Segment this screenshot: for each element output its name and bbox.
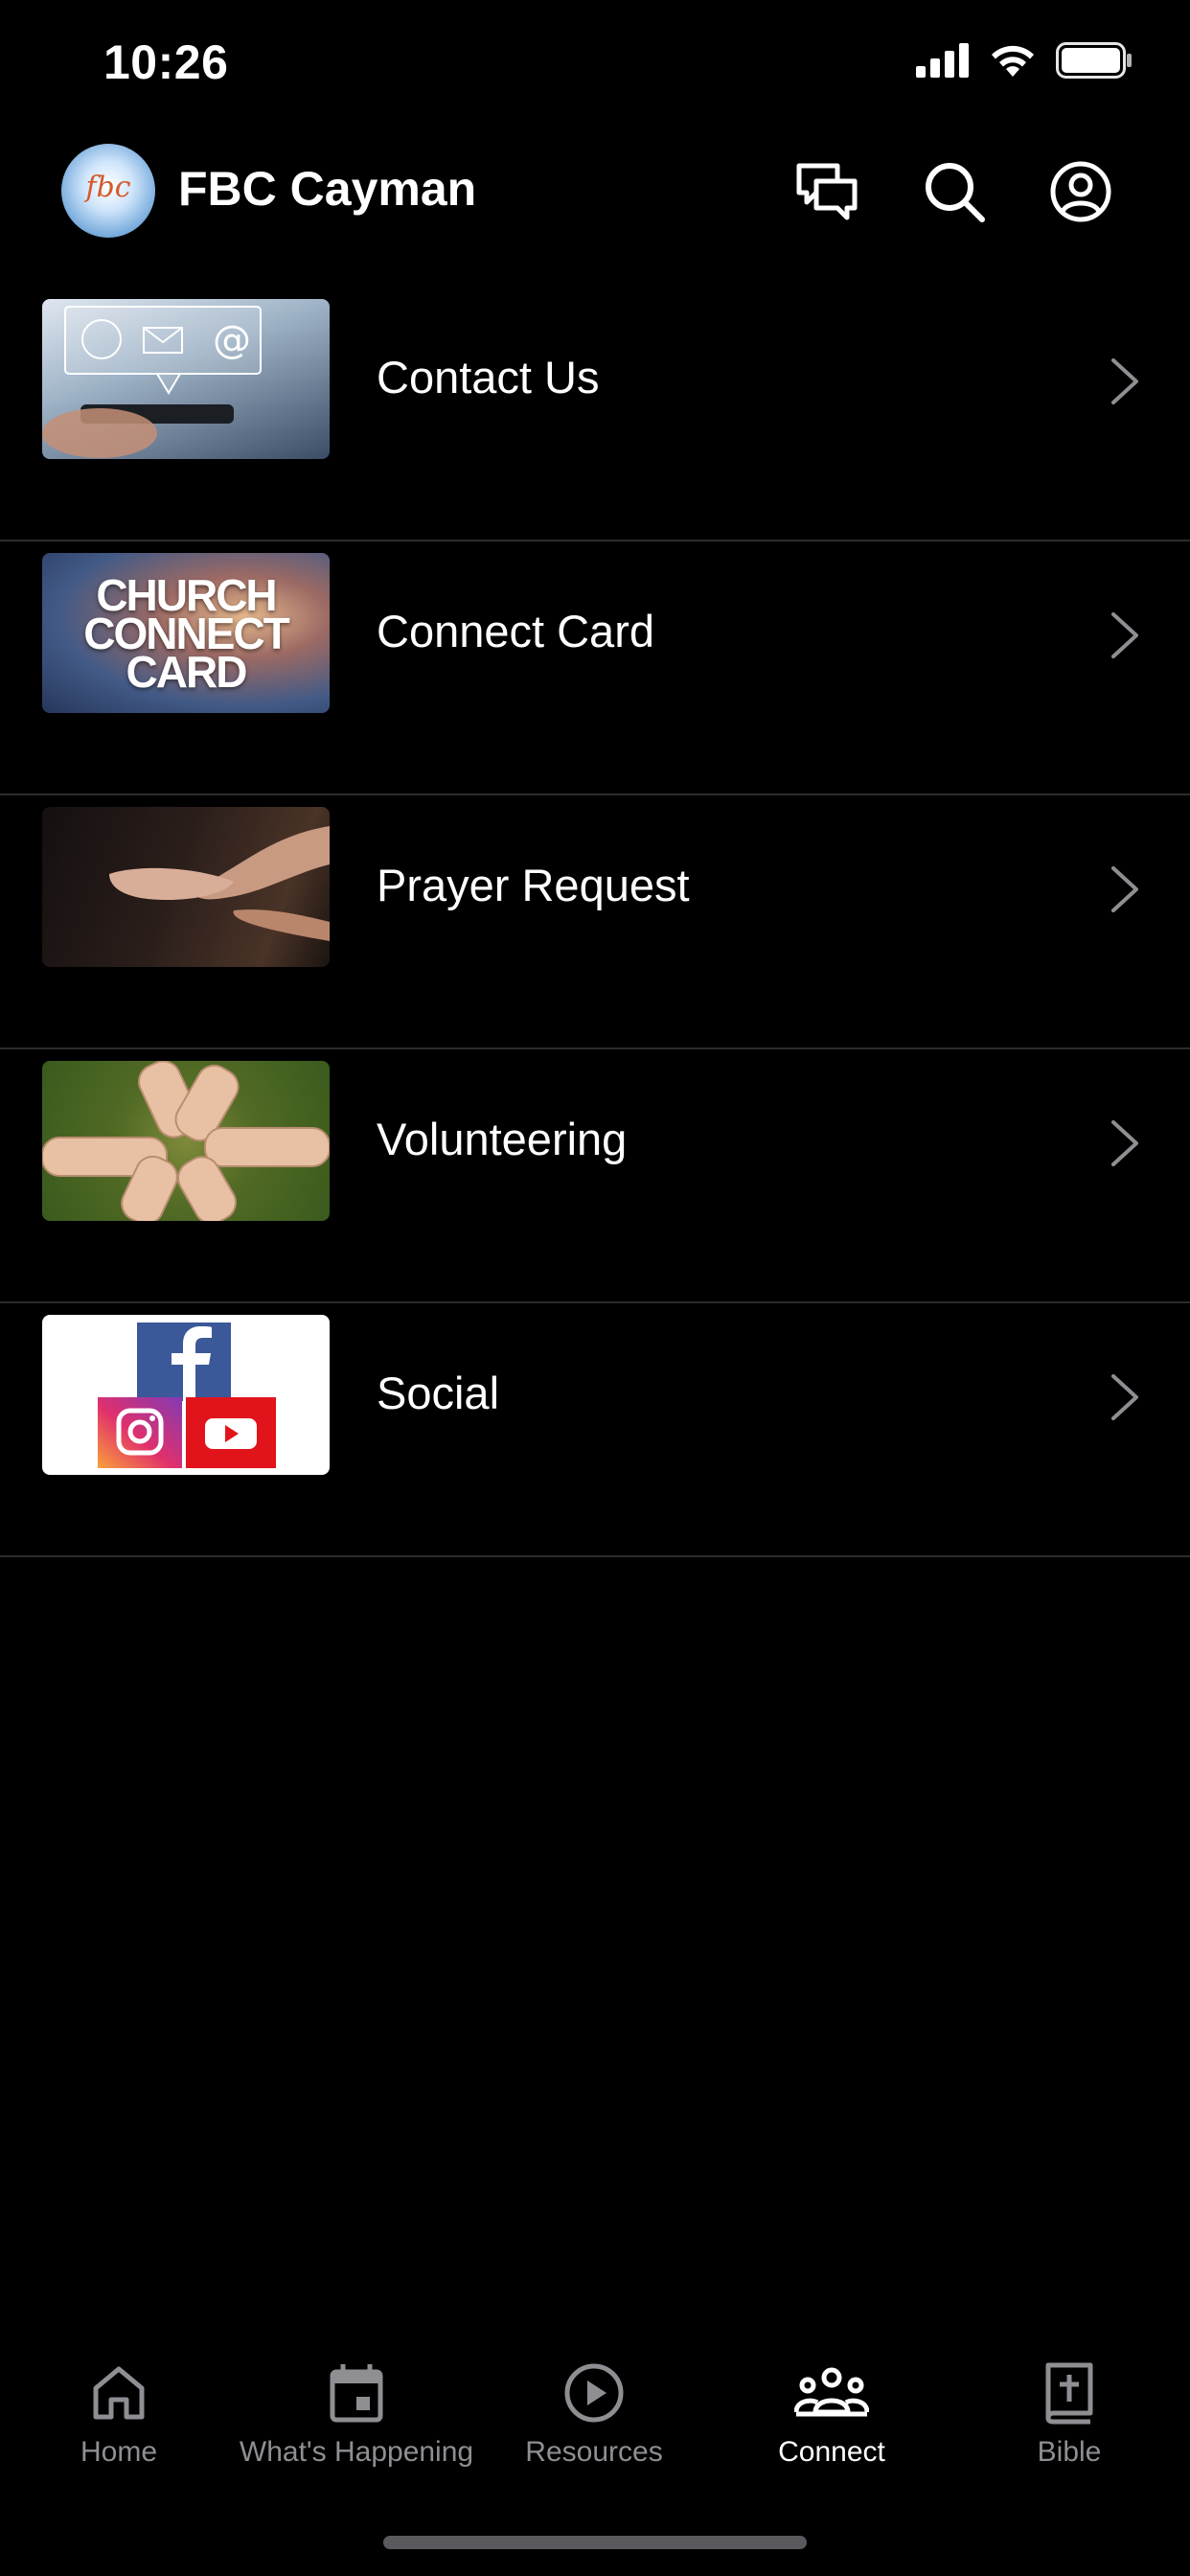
people-icon — [794, 2367, 869, 2417]
tab-label: Bible — [1037, 2436, 1102, 2468]
contact-us-thumbnail: @ — [42, 299, 330, 459]
home-icon — [93, 2366, 145, 2420]
tab-label: Connect — [778, 2436, 885, 2468]
list-item-label: Prayer Request — [377, 860, 690, 910]
tab-whats-happening[interactable]: What's Happening — [238, 2358, 475, 2492]
cellular-signal-icon — [916, 43, 969, 78]
contact-illustration: @ — [42, 306, 262, 458]
list-item-volunteering[interactable]: Volunteering — [0, 1049, 1190, 1303]
chevron-right-icon — [1111, 612, 1138, 658]
tab-label: Home — [80, 2436, 158, 2468]
connect-list: @ Contact Us CHURCH CONNECT CARD Connect… — [0, 288, 1190, 1557]
home-indicator[interactable] — [383, 2536, 807, 2549]
connect-card-thumbnail: CHURCH CONNECT CARD — [42, 553, 330, 713]
connect-card-thumb-text: CHURCH CONNECT CARD — [83, 573, 289, 697]
church-logo[interactable]: fbc — [61, 144, 155, 238]
instagram-icon — [98, 1397, 182, 1468]
list-item-contact-us[interactable]: @ Contact Us — [0, 288, 1190, 541]
list-item-label: Contact Us — [377, 352, 600, 402]
messages-button[interactable] — [789, 153, 865, 230]
linked-arms-illustration — [42, 1061, 330, 1221]
status-bar: 10:26 — [0, 0, 1190, 134]
calendar-icon — [330, 2364, 383, 2423]
thumb-text-line: CARD — [126, 646, 248, 697]
prayer-request-thumbnail — [42, 807, 330, 967]
chat-icon — [796, 163, 858, 220]
play-circle-icon — [564, 2363, 624, 2423]
user-circle-icon — [1050, 161, 1111, 222]
app-header: fbc FBC Cayman — [0, 134, 1190, 288]
tab-resources[interactable]: Resources — [475, 2358, 713, 2492]
wifi-icon — [992, 45, 1034, 77]
list-item-prayer-request[interactable]: Prayer Request — [0, 795, 1190, 1049]
tab-connect[interactable]: Connect — [713, 2358, 950, 2492]
social-logos-illustration — [98, 1322, 276, 1468]
search-icon — [926, 163, 985, 222]
tab-label: Resources — [525, 2436, 663, 2468]
chevron-right-icon — [1111, 866, 1138, 912]
list-item-label: Social — [377, 1368, 500, 1418]
church-logo-text: fbc — [85, 171, 131, 204]
tab-bible[interactable]: Bible — [950, 2358, 1188, 2492]
bible-icon — [1045, 2362, 1093, 2425]
search-button[interactable] — [916, 153, 993, 230]
list-item-social[interactable]: Social — [0, 1303, 1190, 1557]
battery-icon — [1056, 42, 1132, 79]
praying-hands-illustration — [109, 826, 330, 941]
tab-home[interactable]: Home — [0, 2358, 238, 2492]
page-title: FBC Cayman — [178, 162, 477, 216]
status-icons — [916, 42, 1133, 79]
tab-label: What's Happening — [239, 2436, 474, 2468]
status-time: 10:26 — [103, 35, 229, 89]
profile-button[interactable] — [1042, 153, 1119, 230]
social-thumbnail — [42, 1315, 330, 1475]
chevron-right-icon — [1111, 1120, 1138, 1166]
volunteering-thumbnail — [42, 1061, 330, 1221]
list-item-label: Connect Card — [377, 606, 654, 656]
list-item-connect-card[interactable]: CHURCH CONNECT CARD Connect Card — [0, 541, 1190, 795]
svg-text:@: @ — [213, 318, 251, 362]
chevron-right-icon — [1111, 1374, 1138, 1420]
chevron-right-icon — [1111, 358, 1138, 404]
list-item-label: Volunteering — [377, 1114, 628, 1164]
